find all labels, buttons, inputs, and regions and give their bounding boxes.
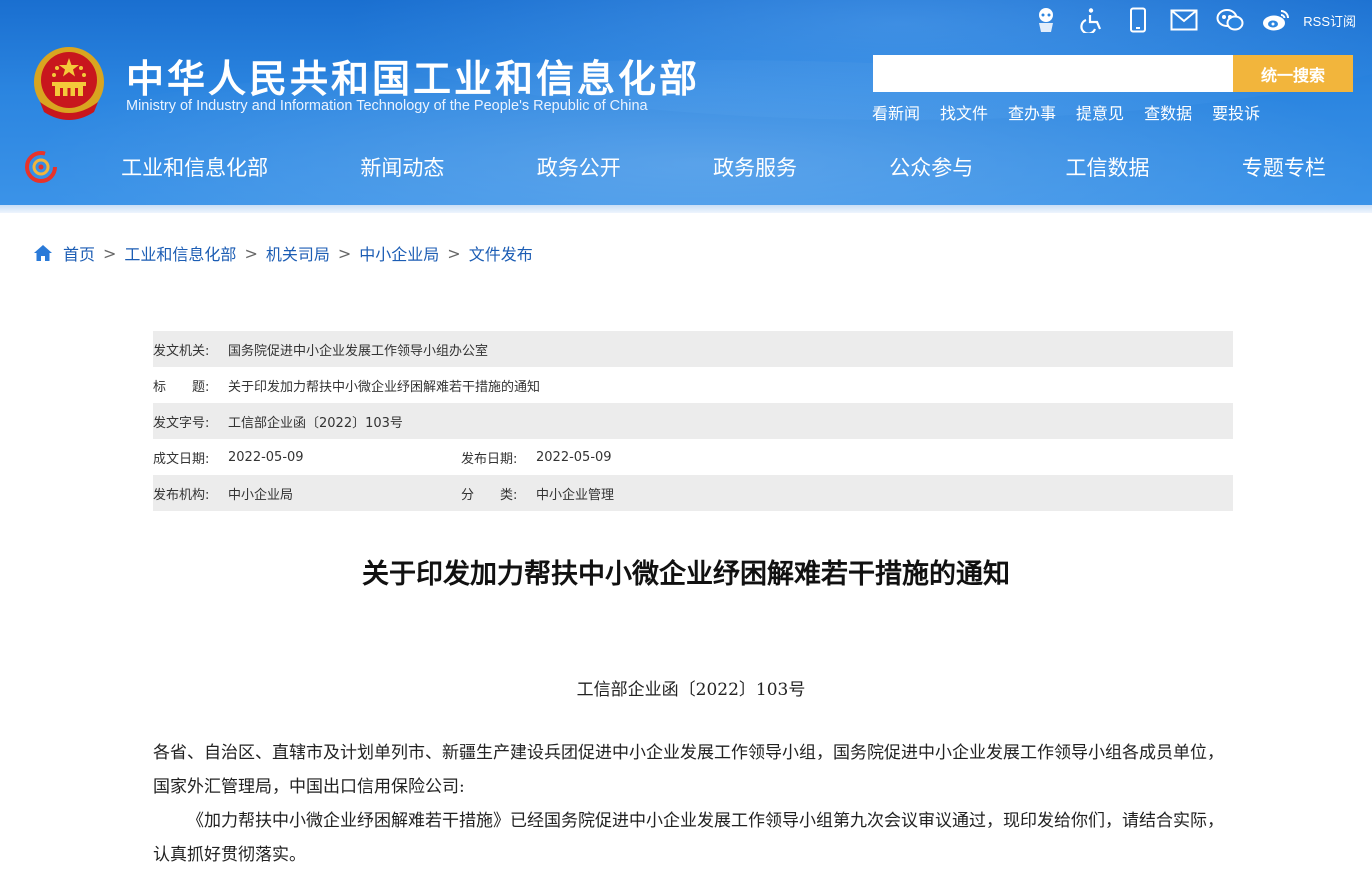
breadcrumb-sme-bureau[interactable]: 中小企业局 bbox=[359, 241, 439, 265]
meta-row-issuer: 发文机关: 国务院促进中小企业发展工作领导小组办公室 bbox=[153, 331, 1233, 367]
meta-value-issuer: 国务院促进中小企业发展工作领导小组办公室 bbox=[228, 343, 489, 359]
header-divider bbox=[0, 205, 1372, 213]
site-header: 中华人民共和国工业和信息化部 Ministry of Industry and … bbox=[0, 0, 1372, 205]
home-icon[interactable] bbox=[33, 243, 53, 263]
breadcrumb-home[interactable]: 首页 bbox=[63, 241, 95, 265]
quick-link-complaints[interactable]: 要投诉 bbox=[1212, 100, 1260, 124]
robot-assistant-icon[interactable] bbox=[1023, 4, 1069, 36]
accessibility-icon[interactable] bbox=[1069, 4, 1115, 36]
quick-link-suggestions[interactable]: 提意见 bbox=[1076, 100, 1124, 124]
breadcrumb-ministry[interactable]: 工业和信息化部 bbox=[124, 241, 236, 265]
quick-link-services[interactable]: 查办事 bbox=[1008, 100, 1056, 124]
quick-links: 看新闻 找文件 查办事 提意见 查数据 要投诉 bbox=[872, 100, 1260, 124]
meta-value-written-date: 2022-05-09 bbox=[228, 449, 304, 465]
breadcrumb-separator: > bbox=[447, 243, 461, 263]
weibo-icon[interactable] bbox=[1253, 4, 1299, 36]
meta-value-publish-date: 2022-05-09 bbox=[536, 449, 612, 465]
quick-link-documents[interactable]: 找文件 bbox=[940, 100, 988, 124]
site-subtitle-english: Ministry of Industry and Information Tec… bbox=[126, 98, 648, 114]
main-navigation: 工业和信息化部 新闻动态 政务公开 政务服务 公众参与 工信数据 专题专栏 bbox=[0, 138, 1372, 196]
nav-item-special-topics[interactable]: 专题专栏 bbox=[1234, 152, 1334, 182]
nav-item-government-services[interactable]: 政务服务 bbox=[705, 152, 805, 182]
national-emblem-icon[interactable] bbox=[32, 44, 106, 122]
meta-row-doc-number: 发文字号: 工信部企业函〔2022〕103号 bbox=[153, 403, 1233, 439]
unified-search-button[interactable]: 统一搜索 bbox=[1233, 55, 1353, 92]
article-paragraph: 各省、自治区、直辖市及计划单列市、新疆生产建设兵团促进中小企业发展工作领导小组，… bbox=[153, 743, 1224, 797]
meta-label-doc-number: 发文字号: bbox=[153, 415, 210, 431]
breadcrumb: 首页 > 工业和信息化部 > 机关司局 > 中小企业局 > 文件发布 bbox=[33, 241, 533, 265]
article-body: 各省、自治区、直辖市及计划单列市、新疆生产建设兵团促进中小企业发展工作领导小组，… bbox=[153, 736, 1238, 872]
article-doc-number: 工信部企业函〔2022〕103号 bbox=[576, 680, 806, 700]
meta-value-category: 中小企业管理 bbox=[536, 487, 615, 503]
nav-item-news[interactable]: 新闻动态 bbox=[352, 152, 452, 182]
search-box: 统一搜索 bbox=[873, 55, 1353, 92]
document-metadata-table: 发文机关: 国务院促进中小企业发展工作领导小组办公室 标 题: 关于印发加力帮扶… bbox=[153, 331, 1233, 511]
utility-icon-bar: RSS订阅 bbox=[1023, 4, 1356, 36]
article-title: 关于印发加力帮扶中小微企业纾困解难若干措施的通知 bbox=[362, 559, 1010, 590]
quick-link-data[interactable]: 查数据 bbox=[1144, 100, 1192, 124]
breadcrumb-separator: > bbox=[244, 243, 258, 263]
meta-label-issuer: 发文机关: bbox=[153, 343, 210, 359]
nav-item-ministry[interactable]: 工业和信息化部 bbox=[113, 152, 276, 182]
miit-logo-icon[interactable] bbox=[24, 150, 58, 184]
meta-label-title: 标 题: bbox=[153, 379, 210, 395]
nav-item-miit-data[interactable]: 工信数据 bbox=[1058, 152, 1158, 182]
site-title[interactable]: 中华人民共和国工业和信息化部 bbox=[126, 48, 700, 103]
meta-row-dates: 成文日期: 2022-05-09 发布日期: 2022-05-09 bbox=[153, 439, 1233, 475]
breadcrumb-departments[interactable]: 机关司局 bbox=[266, 241, 330, 265]
nav-item-public-participation[interactable]: 公众参与 bbox=[881, 152, 981, 182]
meta-label-category: 分 类: bbox=[461, 487, 518, 503]
breadcrumb-document-release[interactable]: 文件发布 bbox=[469, 241, 533, 265]
meta-value-doc-number: 工信部企业函〔2022〕103号 bbox=[228, 415, 403, 431]
meta-label-publish-date: 发布日期: bbox=[461, 451, 518, 467]
meta-value-publisher: 中小企业局 bbox=[228, 487, 294, 503]
rss-subscribe-link[interactable]: RSS订阅 bbox=[1303, 11, 1356, 30]
article-paragraph: 《加力帮扶中小微企业纾困解难若干措施》已经国务院促进中小企业发展工作领导小组第九… bbox=[153, 811, 1224, 865]
mail-icon[interactable] bbox=[1161, 4, 1207, 36]
breadcrumb-separator: > bbox=[337, 243, 352, 263]
meta-label-written-date: 成文日期: bbox=[153, 451, 210, 467]
breadcrumb-separator: > bbox=[103, 243, 117, 263]
meta-row-title: 标 题: 关于印发加力帮扶中小微企业纾困解难若干措施的通知 bbox=[153, 367, 1233, 403]
nav-item-government-affairs[interactable]: 政务公开 bbox=[529, 152, 629, 182]
mobile-phone-icon[interactable] bbox=[1115, 4, 1161, 36]
meta-label-publisher: 发布机构: bbox=[153, 487, 210, 503]
search-input[interactable] bbox=[873, 55, 1233, 92]
meta-row-publisher: 发布机构: 中小企业局 分 类: 中小企业管理 bbox=[153, 475, 1233, 511]
wechat-icon[interactable] bbox=[1207, 4, 1253, 36]
meta-value-title: 关于印发加力帮扶中小微企业纾困解难若干措施的通知 bbox=[228, 379, 541, 395]
quick-link-news[interactable]: 看新闻 bbox=[872, 100, 920, 124]
